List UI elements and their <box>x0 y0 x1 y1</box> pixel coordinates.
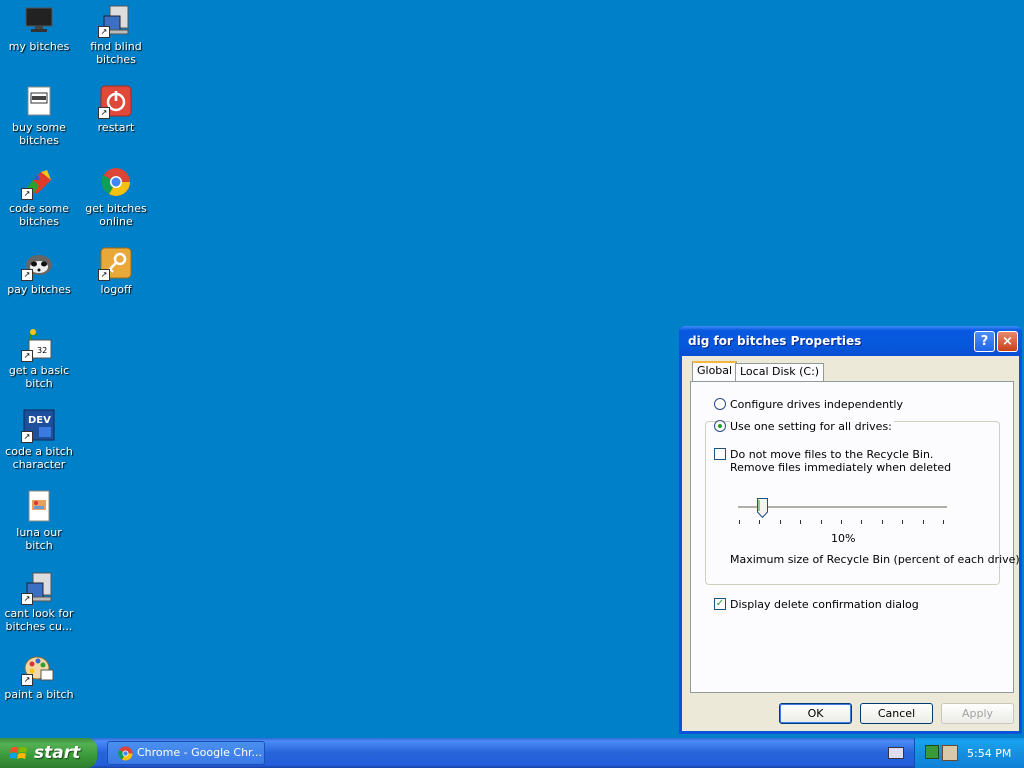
monitor-icon <box>23 4 55 36</box>
keyboard-icon[interactable] <box>888 747 904 759</box>
slider-tick <box>841 520 842 524</box>
desktop-icon-label: paint a bitch <box>4 688 74 701</box>
chrome-icon <box>118 746 133 761</box>
slider-tick <box>943 520 944 524</box>
help-icon: ? <box>980 334 989 349</box>
slider-tick <box>739 520 740 524</box>
tray-app-icon[interactable] <box>942 745 958 761</box>
radio-use-one-setting[interactable] <box>714 420 726 432</box>
desktop-icon-cant-look-for-bitches[interactable]: ↗ cant look for bitches cu... <box>1 571 77 633</box>
slider-tick <box>922 520 924 524</box>
shortcut-arrow-icon: ↗ <box>21 431 33 443</box>
desktop-icon-logoff[interactable]: ↗ logoff <box>78 247 154 296</box>
desktop-icon-paint-a-bitch[interactable]: ↗ paint a bitch <box>1 652 77 701</box>
desktop-icon-code-a-bitch-character[interactable]: DEV ↗ code a bitch character <box>1 409 77 471</box>
tab-local-disk[interactable]: Local Disk (C:) <box>735 363 825 381</box>
cancel-button[interactable]: Cancel <box>860 703 933 724</box>
windows-logo-icon <box>10 747 27 759</box>
tab-global[interactable]: Global <box>692 361 738 381</box>
start-label: start <box>34 743 81 763</box>
slider-tick <box>861 520 863 524</box>
basic-app-icon: 32 ↗ <box>21 328 55 362</box>
shortcut-arrow-icon: ↗ <box>21 674 33 686</box>
window-app-icon <box>23 85 55 117</box>
desktop-icon-get-a-basic-bitch[interactable]: 32 ↗ get a basic bitch <box>1 328 77 390</box>
slider-thumb[interactable] <box>757 498 768 519</box>
desktop-icon-buy-some-bitches[interactable]: buy some bitches <box>1 85 77 147</box>
slider-value-label: 10% <box>831 532 856 545</box>
shortcut-arrow-icon: ↗ <box>21 593 33 605</box>
desktop-icon-label: cant look for bitches cu... <box>4 607 74 633</box>
do-not-move-sublabel: Remove files immediately when deleted <box>730 461 952 474</box>
recycle-bin-size-slider-track[interactable] <box>738 506 947 509</box>
desktop-icon-label: logoff <box>100 283 132 296</box>
slider-tick <box>902 520 904 524</box>
dialog-title: dig for bitches Properties <box>688 334 862 348</box>
shortcut-arrow-icon: ↗ <box>21 269 33 281</box>
network-icon[interactable] <box>925 745 939 759</box>
raccoon-icon: ↗ <box>21 247 55 281</box>
desktop-icon-label: pay bitches <box>7 283 71 296</box>
taskbar-button-chrome[interactable]: Chrome - Google Chr... <box>107 741 265 765</box>
clock: 5:54 PM <box>967 747 1012 760</box>
do-not-move-checkbox[interactable] <box>714 448 726 460</box>
slider-tick <box>881 520 883 524</box>
use-one-setting-label: Use one setting for all drives: <box>730 420 894 433</box>
dialog-titlebar[interactable]: dig for bitches Properties ? × <box>679 326 1022 356</box>
svg-text:32: 32 <box>37 346 47 355</box>
tab-label: Local Disk (C:) <box>740 365 820 378</box>
desktop-icon-label: buy some bitches <box>12 121 66 147</box>
do-not-move-label: Do not move files to the Recycle Bin. <box>730 448 934 461</box>
slider-tick <box>820 520 822 524</box>
chrome-icon <box>100 166 132 198</box>
close-icon: × <box>1002 334 1013 349</box>
desktop-icon-label: my bitches <box>8 40 70 53</box>
apply-button[interactable]: Apply <box>941 703 1014 724</box>
desktop-icon-label: find blind bitches <box>90 40 142 66</box>
ok-button[interactable]: OK <box>779 703 852 724</box>
delete-confirmation-label: Display delete confirmation dialog <box>730 598 919 611</box>
shortcut-arrow-icon: ↗ <box>21 188 33 200</box>
desktop-icon-code-some-bitches[interactable]: ↗ code some bitches <box>1 166 77 228</box>
slider-description: Maximum size of Recycle Bin (percent of … <box>730 553 1020 566</box>
shortcut-arrow-icon: ↗ <box>98 269 110 281</box>
desktop-icon-find-blind-bitches[interactable]: ↗ find blind bitches <box>78 4 154 66</box>
taskbar-button-label: Chrome - Google Chr... <box>137 746 263 759</box>
desktop-icon-label: get a basic bitch <box>8 364 70 390</box>
installer-icon: ↗ <box>98 4 132 38</box>
slider-tick <box>800 520 802 524</box>
paint-palette-icon: ↗ <box>21 652 55 686</box>
key-icon: ↗ <box>98 247 132 281</box>
tab-label: Global <box>697 364 733 377</box>
delete-confirmation-checkbox[interactable]: ✓ <box>714 598 726 610</box>
slider-tick <box>779 520 781 524</box>
desktop-icon-label: luna our bitch <box>16 526 62 552</box>
desktop-icon-pay-bitches[interactable]: ↗ pay bitches <box>1 247 77 296</box>
desktop-icon-label: restart <box>97 121 135 134</box>
desktop-icon-my-bitches[interactable]: my bitches <box>1 4 77 53</box>
power-icon: ↗ <box>98 85 132 119</box>
desktop-icon-label: code some bitches <box>9 202 69 228</box>
shortcut-arrow-icon: ↗ <box>98 26 110 38</box>
desktop-icon-luna-our-bitch[interactable]: luna our bitch <box>1 490 77 552</box>
help-button[interactable]: ? <box>974 331 995 352</box>
image-file-icon <box>23 490 55 522</box>
installer-icon: ↗ <box>21 571 55 605</box>
dev-icon: DEV ↗ <box>21 409 55 443</box>
desktop-icon-label: code a bitch character <box>5 445 73 471</box>
start-button[interactable]: start <box>0 738 97 768</box>
pencil-tools-icon: ↗ <box>21 166 55 200</box>
desktop-icon-restart[interactable]: ↗ restart <box>78 85 154 134</box>
shortcut-arrow-icon: ↗ <box>21 350 33 362</box>
desktop-icon-get-bitches-online[interactable]: get bitches online <box>78 166 154 228</box>
desktop-icon-label: get bitches online <box>85 202 147 228</box>
configure-independently-label: Configure drives independently <box>730 398 903 411</box>
slider-tick <box>759 520 761 524</box>
radio-configure-independently[interactable] <box>714 398 726 410</box>
shortcut-arrow-icon: ↗ <box>98 107 110 119</box>
svg-text:DEV: DEV <box>28 415 51 426</box>
close-button[interactable]: × <box>997 331 1018 352</box>
